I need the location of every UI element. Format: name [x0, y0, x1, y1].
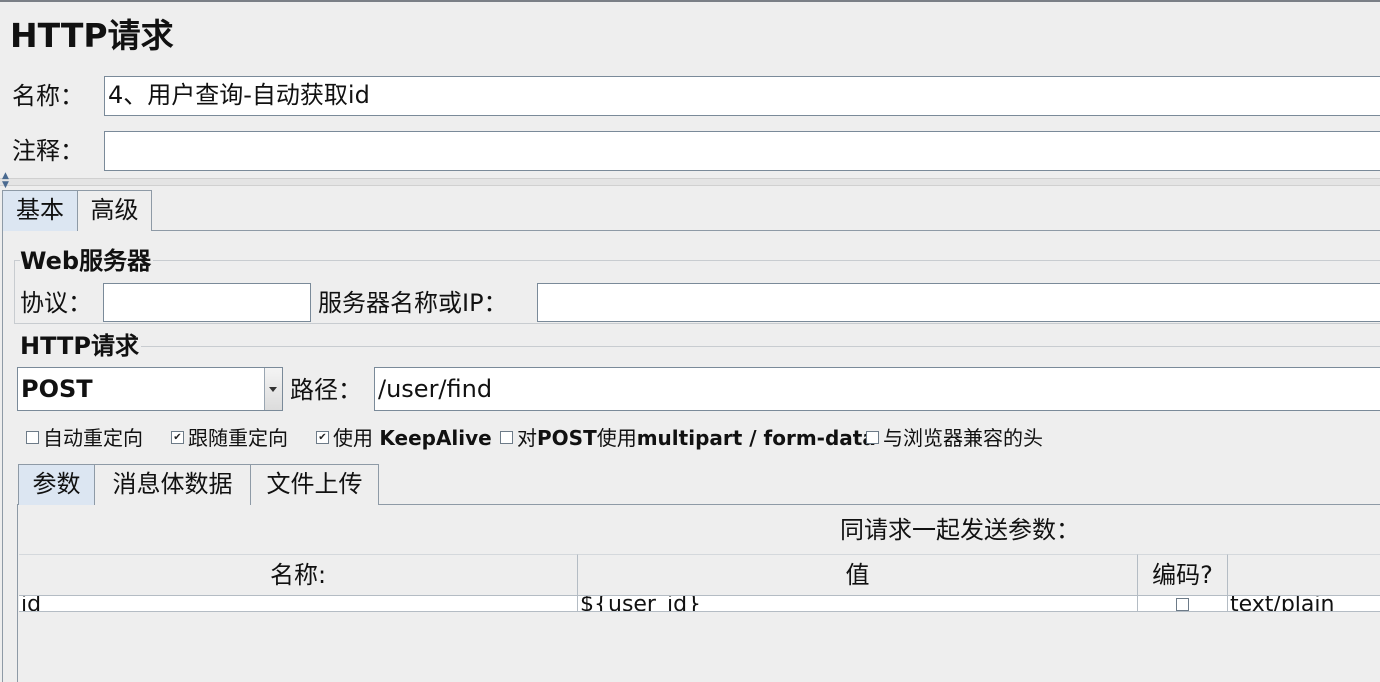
http-request-panel: HTTP请求 名称： 4、用户查询-自动获取id 注释： ▲ ▼ 基本 高级 We…	[0, 0, 1380, 682]
path-label: 路径：	[290, 376, 362, 404]
keepalive-checkbox[interactable]: ✔	[316, 431, 329, 444]
multipart-checkbox[interactable]	[500, 431, 513, 444]
server-name-label: 服务器名称或IP：	[318, 289, 508, 317]
splitter-arrows-icon[interactable]: ▲ ▼	[2, 172, 9, 190]
path-input[interactable]: /user/find	[374, 367, 1380, 411]
comment-input[interactable]	[104, 131, 1380, 171]
server-name-input[interactable]	[537, 283, 1380, 322]
tab-advanced[interactable]: 高级	[77, 190, 152, 231]
multipart-label-prefix: 对	[517, 426, 537, 450]
auto-redirect-checkbox[interactable]	[26, 431, 39, 444]
multipart-label-mid: 使用	[596, 426, 637, 450]
tab-basic[interactable]: 基本	[2, 190, 78, 231]
browser-compatible-checkbox[interactable]	[866, 431, 879, 444]
option-auto-redirect[interactable]: 自动重定向	[26, 425, 143, 451]
column-header-content-type[interactable]	[1228, 554, 1380, 596]
page-title: HTTP请求	[10, 16, 174, 55]
auto-redirect-label: 自动重定向	[43, 426, 143, 450]
table-row-encode-cell[interactable]	[1138, 596, 1228, 612]
comment-label: 注释：	[12, 137, 84, 165]
column-header-encode[interactable]: 编码?	[1138, 554, 1228, 596]
column-header-value[interactable]: 值	[578, 554, 1138, 596]
option-multipart[interactable]: 对POST使用multipart / form-data	[500, 425, 876, 451]
name-label: 名称：	[12, 82, 84, 110]
option-browser-compatible[interactable]: 与浏览器兼容的头	[866, 425, 1043, 451]
http-request-group-line	[140, 346, 1380, 347]
name-input[interactable]: 4、用户查询-自动获取id	[104, 76, 1380, 116]
option-follow-redirect[interactable]: ✔ 跟随重定向	[171, 425, 288, 451]
browser-compatible-label: 与浏览器兼容的头	[883, 426, 1043, 450]
tab-file-upload[interactable]: 文件上传	[250, 464, 379, 505]
keepalive-label-bold: KeepAlive	[379, 426, 492, 450]
params-caption: 同请求一起发送参数：	[840, 516, 1080, 544]
top-border	[0, 0, 1380, 2]
table-row-name-cell[interactable]: id	[19, 596, 578, 612]
multipart-label-bold2: multipart / form-data	[636, 426, 876, 450]
splitter-bar[interactable]	[0, 178, 1380, 186]
protocol-label: 协议：	[20, 289, 92, 317]
encode-checkbox[interactable]	[1176, 597, 1189, 611]
table-row-content-type-cell[interactable]: text/plain	[1228, 596, 1380, 612]
method-select[interactable]: POST	[17, 367, 283, 411]
follow-redirect-checkbox[interactable]: ✔	[171, 431, 184, 444]
table-row-value-cell[interactable]: ${user_id}	[578, 596, 1138, 612]
protocol-input[interactable]	[103, 283, 311, 322]
web-server-title: Web服务器	[20, 247, 154, 275]
keepalive-label-prefix: 使用	[333, 426, 380, 450]
multipart-label-post: POST	[537, 426, 597, 450]
option-keepalive[interactable]: ✔ 使用 KeepAlive	[316, 425, 492, 451]
http-request-group-title: HTTP请求	[20, 332, 141, 360]
column-header-name[interactable]: 名称:	[19, 554, 578, 596]
method-select-value: POST	[21, 375, 93, 403]
follow-redirect-label: 跟随重定向	[188, 426, 288, 450]
chevron-down-icon[interactable]	[264, 368, 282, 410]
tab-body-data[interactable]: 消息体数据	[94, 464, 251, 505]
tab-parameters[interactable]: 参数	[18, 464, 95, 505]
